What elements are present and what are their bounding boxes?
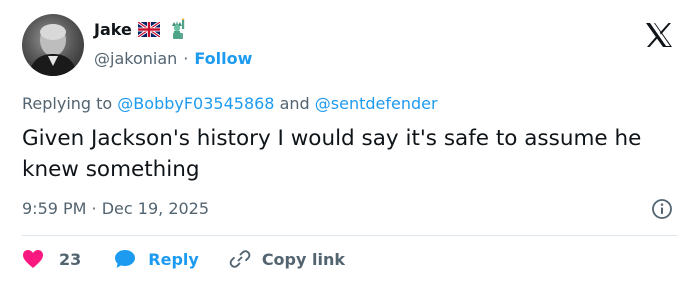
author-name-row: Jake [94,18,188,40]
speech-bubble-icon [115,250,136,268]
replying-to: Replying to @BobbyF03545868 and @sentdef… [22,94,438,113]
replying-to-conjunction: and [274,94,315,113]
statue-of-liberty-icon [166,18,188,40]
reply-label: Reply [148,249,199,269]
copy-link-button[interactable]: Copy link [229,248,345,270]
uk-flag-icon [136,20,161,38]
author-name[interactable]: Jake [94,20,132,39]
info-icon[interactable] [651,198,673,220]
mention-link-2[interactable]: @sentdefender [315,94,438,113]
replying-to-prefix: Replying to [22,94,118,113]
avatar[interactable] [22,14,84,76]
heart-icon [23,250,43,268]
copy-link-label: Copy link [261,249,345,269]
follow-button[interactable]: Follow [194,49,252,68]
action-bar: 23 Reply Copy link [22,248,345,270]
tweet-text: Given Jackson's history I would say it's… [22,126,642,182]
date-separator: · [86,199,102,218]
tweet-timestamp[interactable]: 9:59 PM · Dec 19, 2025 [22,199,209,218]
divider [22,235,678,236]
x-logo-icon[interactable] [645,22,673,48]
mention-link-1[interactable]: @BobbyF03545868 [117,94,274,113]
reply-button[interactable]: Reply [114,249,199,269]
author-handle-row: @jakonian · Follow [94,49,252,68]
like-button[interactable]: 23 [22,249,81,269]
link-icon [229,250,251,268]
tweet-time: 9:59 PM [22,199,87,218]
tweet-date: Dec 19, 2025 [101,199,210,218]
like-count: 23 [59,249,82,269]
separator-dot: · [183,49,189,68]
author-handle[interactable]: @jakonian [94,49,177,68]
